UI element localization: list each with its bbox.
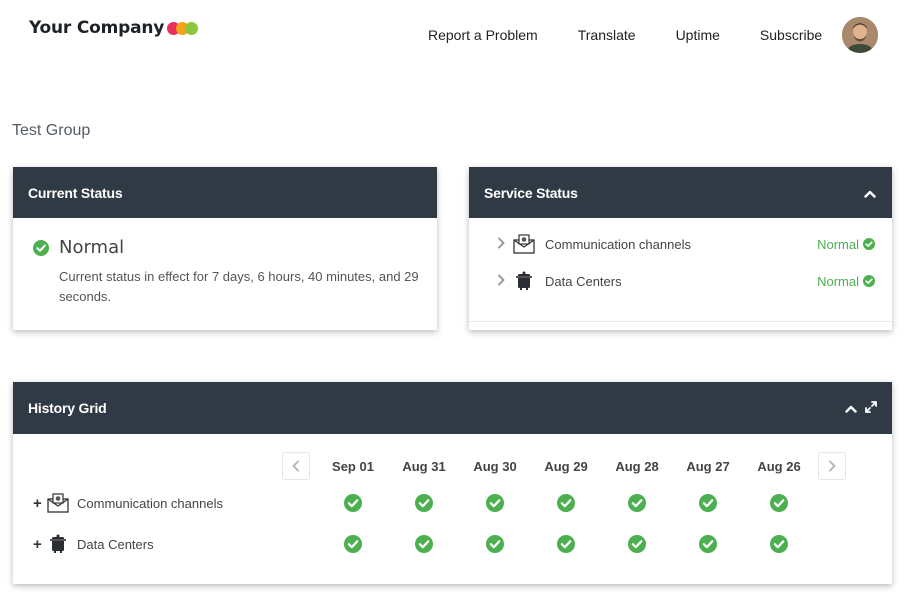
check-circle-icon [863, 275, 875, 287]
service-name: Data Centers [545, 273, 622, 289]
check-circle-icon [33, 239, 49, 256]
current-status-value: Normal [59, 237, 125, 258]
current-status-header: Current Status [13, 167, 437, 218]
history-grid-header: History Grid [13, 382, 892, 434]
check-circle-icon [415, 494, 433, 512]
status-cell[interactable] [536, 535, 596, 553]
check-circle-icon [699, 494, 717, 512]
history-row-datacenters: + Data Centers [33, 533, 154, 555]
chevron-right-icon[interactable] [497, 236, 513, 252]
service-name: Communication channels [545, 236, 691, 252]
server-icon [47, 533, 69, 555]
user-avatar[interactable] [842, 17, 878, 53]
check-circle-icon [628, 535, 646, 553]
nav-translate[interactable]: Translate [578, 27, 636, 43]
check-circle-icon [344, 535, 362, 553]
check-circle-icon [344, 494, 362, 512]
check-circle-icon [770, 535, 788, 553]
collapse-chevron-up-icon[interactable] [845, 400, 857, 416]
logo-text: Your Company [29, 18, 165, 38]
history-row-name: Data Centers [77, 536, 154, 552]
status-cell[interactable] [749, 494, 809, 512]
service-row-datacenters[interactable]: Data Centers Normal [497, 270, 875, 292]
company-logo[interactable]: Your Company [29, 18, 199, 38]
nav-report-problem[interactable]: Report a Problem [428, 27, 538, 43]
check-circle-icon [415, 535, 433, 553]
date-header: Sep 01 [332, 459, 374, 474]
history-row-name: Communication channels [77, 495, 223, 511]
service-state-label: Normal [817, 236, 859, 252]
status-cell[interactable] [394, 494, 454, 512]
service-state: Normal [817, 274, 875, 289]
history-prev-button[interactable] [282, 452, 310, 480]
service-row-communication[interactable]: Communication channels Normal [497, 233, 875, 255]
collapse-chevron-up-icon[interactable] [864, 185, 876, 201]
top-header: Your Company Report a Problem Translate … [0, 0, 913, 70]
history-next-button[interactable] [818, 452, 846, 480]
status-cell[interactable] [323, 494, 383, 512]
current-status-card: Current Status Normal Current status in … [13, 167, 437, 330]
nav-subscribe[interactable]: Subscribe [760, 27, 822, 43]
status-cell[interactable] [678, 494, 738, 512]
expand-plus-icon[interactable]: + [33, 495, 45, 512]
check-circle-icon [863, 238, 875, 250]
expand-plus-icon[interactable]: + [33, 536, 45, 553]
service-state: Normal [817, 237, 875, 252]
current-status-description: Current status in effect for 7 days, 6 h… [59, 269, 419, 304]
envelope-icon [47, 492, 69, 514]
nav-uptime[interactable]: Uptime [676, 27, 720, 43]
status-cell[interactable] [323, 535, 383, 553]
status-cell[interactable] [607, 494, 667, 512]
expand-icon[interactable] [865, 400, 877, 416]
date-header: Aug 27 [686, 459, 730, 474]
date-header: Aug 30 [473, 459, 517, 474]
service-state-label: Normal [817, 273, 859, 289]
status-cell[interactable] [678, 535, 738, 553]
date-header: Aug 29 [544, 459, 588, 474]
status-cell[interactable] [749, 535, 809, 553]
status-cell[interactable] [607, 535, 667, 553]
date-header: Aug 28 [615, 459, 659, 474]
history-grid-title: History Grid [28, 400, 107, 416]
date-header: Aug 31 [402, 459, 446, 474]
check-circle-icon [628, 494, 646, 512]
server-icon [513, 270, 535, 292]
status-cell[interactable] [465, 535, 525, 553]
service-status-card: Service Status Communication channels No… [469, 167, 892, 330]
top-nav: Report a Problem Translate Uptime Subscr… [428, 27, 862, 43]
current-status-title: Current Status [28, 184, 123, 201]
check-circle-icon [486, 494, 504, 512]
date-header: Aug 26 [757, 459, 801, 474]
status-cell[interactable] [465, 494, 525, 512]
check-circle-icon [770, 494, 788, 512]
chevron-right-icon[interactable] [497, 273, 513, 289]
history-row-communication: + Communication channels [33, 492, 223, 514]
status-cell[interactable] [536, 494, 596, 512]
check-circle-icon [557, 535, 575, 553]
logo-dots-icon [167, 22, 199, 35]
service-status-header: Service Status [469, 167, 892, 218]
envelope-icon [513, 233, 535, 255]
service-status-title: Service Status [484, 184, 578, 201]
check-circle-icon [486, 535, 504, 553]
check-circle-icon [557, 494, 575, 512]
status-cell[interactable] [394, 535, 454, 553]
check-circle-icon [699, 535, 717, 553]
history-grid-card: History Grid Sep 01 Aug 31 Aug 30 Aug 29… [13, 382, 892, 584]
current-status-line: Normal [33, 237, 124, 258]
group-title: Test Group [12, 122, 91, 139]
